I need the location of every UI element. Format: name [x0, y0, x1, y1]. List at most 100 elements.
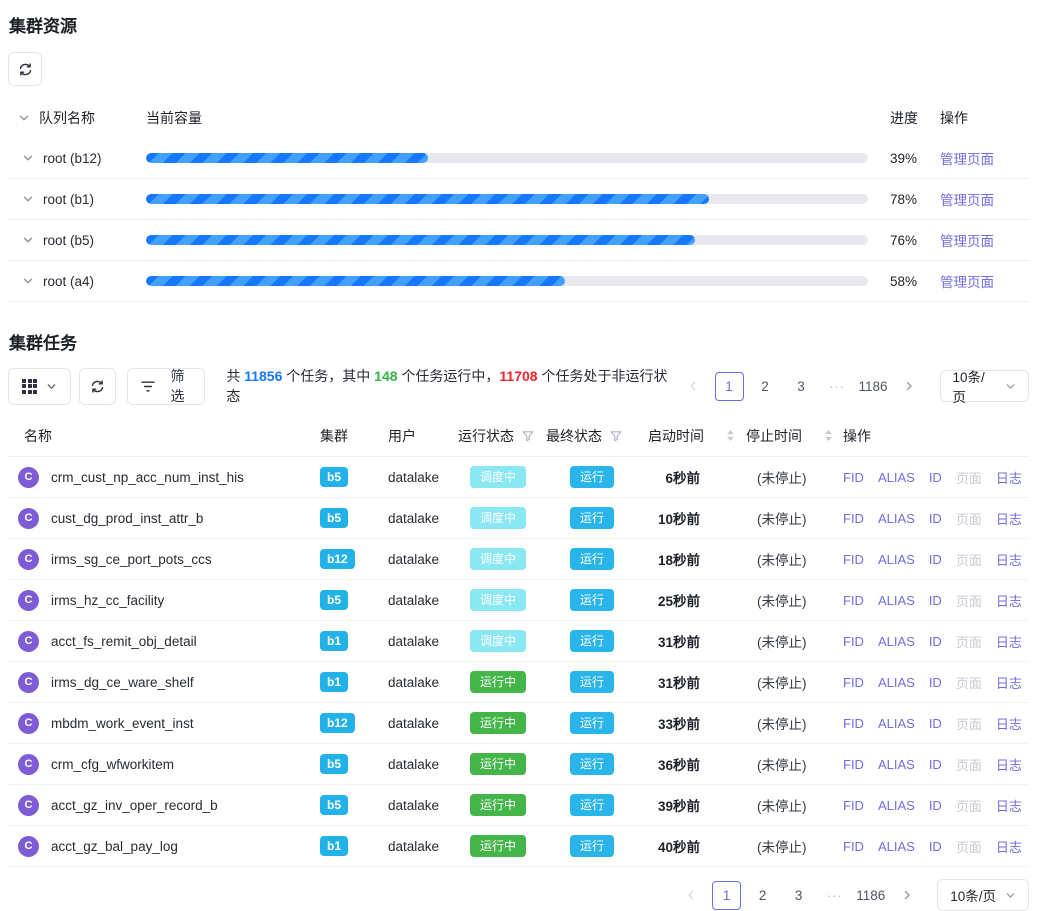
task-row: C acct_fs_remit_obj_detail b1 datalake 调… — [8, 621, 1029, 662]
capacity-progress-track — [146, 153, 868, 163]
start-time: 36秒前 — [648, 754, 746, 774]
progress-percent: 78% — [868, 192, 938, 207]
page-size-select[interactable]: 10条/页 — [937, 879, 1029, 911]
tasks-toolbar: 筛选 共 11856 个任务，其中 148 个任务运行中，11708 个任务处于… — [8, 366, 1029, 406]
start-time-sorter-icon[interactable] — [726, 430, 735, 441]
filter-button[interactable]: 筛选 — [127, 368, 206, 405]
id-link[interactable]: ID — [929, 757, 942, 772]
id-link[interactable]: ID — [929, 552, 942, 567]
row-expand-chevron-icon[interactable] — [22, 193, 34, 205]
id-link[interactable]: ID — [929, 839, 942, 854]
id-link[interactable]: ID — [929, 593, 942, 608]
log-link[interactable]: 日志 — [996, 714, 1022, 733]
alias-link[interactable]: ALIAS — [878, 511, 915, 526]
cluster-badge: b5 — [320, 508, 348, 527]
id-link[interactable]: ID — [929, 634, 942, 649]
log-link[interactable]: 日志 — [996, 591, 1022, 610]
fid-link[interactable]: FID — [843, 757, 864, 772]
alias-link[interactable]: ALIAS — [878, 593, 915, 608]
resources-refresh-button[interactable] — [8, 52, 42, 86]
log-link[interactable]: 日志 — [996, 509, 1022, 528]
task-row: C irms_dg_ce_ware_shelf b1 datalake 运行中 … — [8, 662, 1029, 703]
pagination-page[interactable]: 3 — [784, 881, 813, 910]
stop-time-sorter-icon[interactable] — [824, 430, 833, 441]
fid-link[interactable]: FID — [843, 552, 864, 567]
pagination-ellipsis[interactable]: ··· — [823, 372, 852, 401]
col-progress: 进度 — [868, 108, 938, 128]
pagination-page[interactable]: 3 — [787, 372, 816, 401]
pagination-next-icon[interactable] — [895, 372, 924, 401]
alias-link[interactable]: ALIAS — [878, 798, 915, 813]
id-link[interactable]: ID — [929, 716, 942, 731]
pagination-page-last[interactable]: 1186 — [859, 372, 888, 401]
fid-link[interactable]: FID — [843, 798, 864, 813]
task-name: crm_cust_np_acc_num_inst_his — [51, 470, 244, 485]
task-name: irms_hz_cc_facility — [51, 593, 164, 608]
col-name: 名称 — [8, 426, 320, 446]
row-expand-chevron-icon[interactable] — [22, 234, 34, 246]
alias-link[interactable]: ALIAS — [878, 552, 915, 567]
id-link[interactable]: ID — [929, 470, 942, 485]
start-time: 31秒前 — [648, 631, 746, 651]
collapse-all-chevron-icon[interactable] — [18, 112, 30, 124]
log-link[interactable]: 日志 — [996, 632, 1022, 651]
fid-link[interactable]: FID — [843, 716, 864, 731]
pagination-page-current[interactable]: 1 — [712, 881, 741, 910]
log-link[interactable]: 日志 — [996, 673, 1022, 692]
task-user: datalake — [388, 675, 458, 690]
col-start-time: 启动时间 — [648, 426, 704, 446]
id-link[interactable]: ID — [929, 798, 942, 813]
fid-link[interactable]: FID — [843, 839, 864, 854]
manage-page-link[interactable]: 管理页面 — [940, 275, 994, 290]
manage-page-link[interactable]: 管理页面 — [940, 152, 994, 167]
final-status-filter-funnel-icon[interactable] — [610, 430, 622, 442]
start-time: 39秒前 — [648, 795, 746, 815]
fid-link[interactable]: FID — [843, 511, 864, 526]
fid-link[interactable]: FID — [843, 634, 864, 649]
pagination-prev-icon[interactable] — [679, 372, 708, 401]
alias-link[interactable]: ALIAS — [878, 634, 915, 649]
resource-row: root (b1) 78% 管理页面 — [8, 179, 1029, 220]
run-status-badge: 调度中 — [470, 548, 526, 570]
row-expand-chevron-icon[interactable] — [22, 275, 34, 287]
id-link[interactable]: ID — [929, 511, 942, 526]
chevron-down-icon — [46, 381, 57, 392]
id-link[interactable]: ID — [929, 675, 942, 690]
log-link[interactable]: 日志 — [996, 550, 1022, 569]
stop-time: (未停止) — [746, 795, 843, 815]
alias-link[interactable]: ALIAS — [878, 757, 915, 772]
fid-link[interactable]: FID — [843, 593, 864, 608]
pagination-ellipsis[interactable]: ··· — [820, 881, 849, 910]
alias-link[interactable]: ALIAS — [878, 839, 915, 854]
log-link[interactable]: 日志 — [996, 837, 1022, 856]
fid-link[interactable]: FID — [843, 470, 864, 485]
filter-icon — [141, 380, 155, 393]
page-size-select[interactable]: 10条/页 — [940, 370, 1030, 402]
tasks-refresh-button[interactable] — [79, 368, 116, 405]
fid-link[interactable]: FID — [843, 675, 864, 690]
log-link[interactable]: 日志 — [996, 796, 1022, 815]
pagination-page-last[interactable]: 1186 — [856, 881, 885, 910]
manage-page-link[interactable]: 管理页面 — [940, 234, 994, 249]
pagination-page-current[interactable]: 1 — [715, 372, 744, 401]
log-link[interactable]: 日志 — [996, 468, 1022, 487]
resource-table: 队列名称 当前容量 进度 操作 root (b12) 39% — [8, 97, 1029, 302]
run-status-filter-funnel-icon[interactable] — [522, 430, 534, 442]
log-link[interactable]: 日志 — [996, 755, 1022, 774]
task-user: datalake — [388, 757, 458, 772]
alias-link[interactable]: ALIAS — [878, 470, 915, 485]
run-status-badge: 运行中 — [470, 753, 526, 775]
task-row: C crm_cust_np_acc_num_inst_his b5 datala… — [8, 457, 1029, 498]
run-status-badge: 运行中 — [470, 671, 526, 693]
final-status-badge: 运行 — [570, 589, 614, 611]
col-user: 用户 — [388, 426, 458, 446]
pagination-page[interactable]: 2 — [748, 881, 777, 910]
pagination-next-icon[interactable] — [892, 881, 921, 910]
alias-link[interactable]: ALIAS — [878, 675, 915, 690]
row-expand-chevron-icon[interactable] — [22, 152, 34, 164]
pagination-page[interactable]: 2 — [751, 372, 780, 401]
alias-link[interactable]: ALIAS — [878, 716, 915, 731]
pagination-prev-icon[interactable] — [676, 881, 705, 910]
manage-page-link[interactable]: 管理页面 — [940, 193, 994, 208]
column-settings-button[interactable] — [8, 368, 71, 405]
